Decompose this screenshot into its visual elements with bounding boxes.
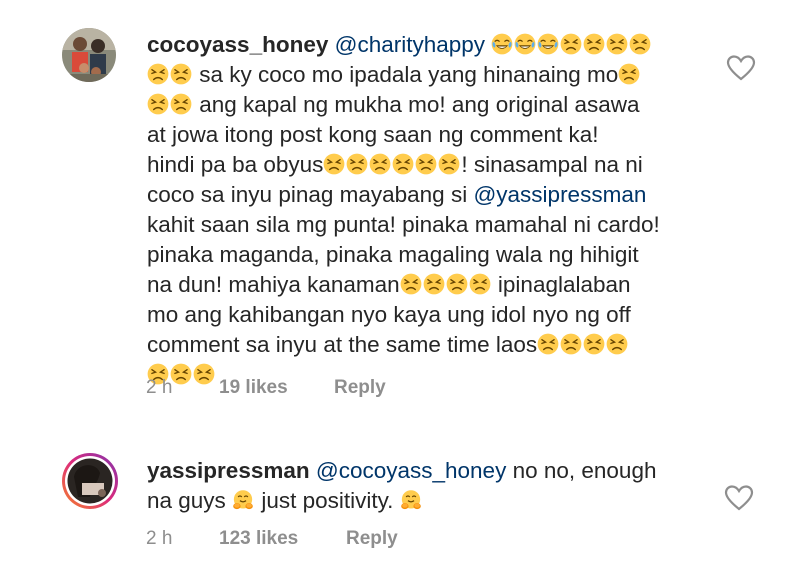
comment-text: no no, enough: [506, 458, 657, 483]
persevering-face-icon: [423, 273, 445, 295]
avatar[interactable]: [62, 28, 116, 82]
persevering-face-icon: [147, 93, 169, 115]
comment-line: ang kapal ng mukha mo! ang original asaw…: [147, 90, 660, 120]
mention-link[interactable]: @charityhappy: [335, 32, 485, 57]
hugging-face-icon: [400, 489, 422, 511]
comment-text: ! sinasampal na ni: [461, 152, 643, 177]
persevering-face-icon: [469, 273, 491, 295]
comment-text: kahit saan sila mg punta! pinaka mamahal…: [147, 212, 660, 237]
comment-text: mo ang kahibangan nyo kaya ung idol nyo …: [147, 302, 631, 327]
persevering-face-icon: [170, 363, 192, 385]
persevering-face-icon: [170, 63, 192, 85]
comment-text: ang kapal ng mukha mo! ang original asaw…: [193, 92, 640, 117]
comment-text: pinaka maganda, pinaka magaling wala ng …: [147, 242, 639, 267]
persevering-face-icon: [606, 33, 628, 55]
comment-text: na guys: [147, 488, 233, 513]
persevering-face-icon: [606, 333, 628, 355]
comment-text: sa ky coco mo ipadala yang hinanaing mo: [193, 62, 619, 87]
persevering-face-icon: [583, 33, 605, 55]
persevering-face-icon: [346, 153, 368, 175]
comment-line: cocoyass_honey @charityhappy: [147, 30, 660, 60]
mention-link[interactable]: @cocoyass_honey: [316, 458, 506, 483]
comment-line: comment sa inyu at the same time laos: [147, 330, 660, 360]
comment-time: 2 h: [146, 528, 173, 549]
persevering-face-icon: [446, 273, 468, 295]
comment-line: mo ang kahibangan nyo kaya ung idol nyo …: [147, 300, 660, 330]
persevering-face-icon: [147, 63, 169, 85]
comment-line: sa ky coco mo ipadala yang hinanaing mo: [147, 60, 660, 90]
face-with-tears-of-joy-icon: [491, 33, 513, 55]
persevering-face-icon: [618, 63, 640, 85]
persevering-face-icon: [323, 153, 345, 175]
comment-text: na dun! mahiya kanaman: [147, 272, 400, 297]
comment-2: yassipressman @cocoyass_honey no no, eno…: [0, 440, 800, 582]
persevering-face-icon: [537, 333, 559, 355]
username-link[interactable]: cocoyass_honey: [147, 32, 328, 57]
persevering-face-icon: [392, 153, 414, 175]
avatar[interactable]: [62, 453, 118, 509]
likes-count[interactable]: 19 likes: [219, 377, 288, 399]
comment-line: na guys just positivity.: [147, 486, 656, 516]
comment-line: coco sa inyu pinag mayabang si @yassipre…: [147, 180, 660, 210]
comment-line: kahit saan sila mg punta! pinaka mamahal…: [147, 210, 660, 240]
persevering-face-icon: [438, 153, 460, 175]
persevering-face-icon: [369, 153, 391, 175]
reply-button[interactable]: Reply: [346, 528, 398, 550]
comment-text: at jowa itong post kong saan ng comment …: [147, 122, 599, 147]
comment-line: pinaka maganda, pinaka magaling wala ng …: [147, 240, 660, 270]
persevering-face-icon: [560, 33, 582, 55]
persevering-face-icon: [400, 273, 422, 295]
face-with-tears-of-joy-icon: [514, 33, 536, 55]
comment-body: yassipressman @cocoyass_honey no no, eno…: [147, 456, 656, 516]
heart-outline-icon[interactable]: [726, 54, 756, 82]
persevering-face-icon: [583, 333, 605, 355]
comment-text: hindi pa ba obyus: [147, 152, 324, 177]
comment-body: cocoyass_honey @charityhappy sa ky coco …: [147, 30, 660, 390]
comment-line: yassipressman @cocoyass_honey no no, eno…: [147, 456, 656, 486]
reply-button[interactable]: Reply: [334, 377, 386, 399]
persevering-face-icon: [560, 333, 582, 355]
comment-time: 2 h: [146, 377, 173, 398]
comment-text: ipinaglalaban: [491, 272, 631, 297]
username-link[interactable]: yassipressman: [147, 458, 310, 483]
face-with-tears-of-joy-icon: [537, 33, 559, 55]
comment-line: at jowa itong post kong saan ng comment …: [147, 120, 660, 150]
heart-outline-icon[interactable]: [724, 484, 754, 512]
hugging-face-icon: [232, 489, 254, 511]
persevering-face-icon: [193, 363, 215, 385]
comment-line: na dun! mahiya kanaman ipinaglalaban: [147, 270, 660, 300]
likes-count[interactable]: 123 likes: [219, 528, 298, 550]
comment-text: comment sa inyu at the same time laos: [147, 332, 538, 357]
persevering-face-icon: [415, 153, 437, 175]
comment-line: hindi pa ba obyus ! sinasampal na ni: [147, 150, 660, 180]
persevering-face-icon: [629, 33, 651, 55]
comment-text: just positivity.: [255, 488, 400, 513]
mention-link[interactable]: @yassipressman: [473, 182, 646, 207]
persevering-face-icon: [170, 93, 192, 115]
comment-1: cocoyass_honey @charityhappy sa ky coco …: [0, 0, 800, 410]
comment-text: coco sa inyu pinag mayabang si: [147, 182, 474, 207]
